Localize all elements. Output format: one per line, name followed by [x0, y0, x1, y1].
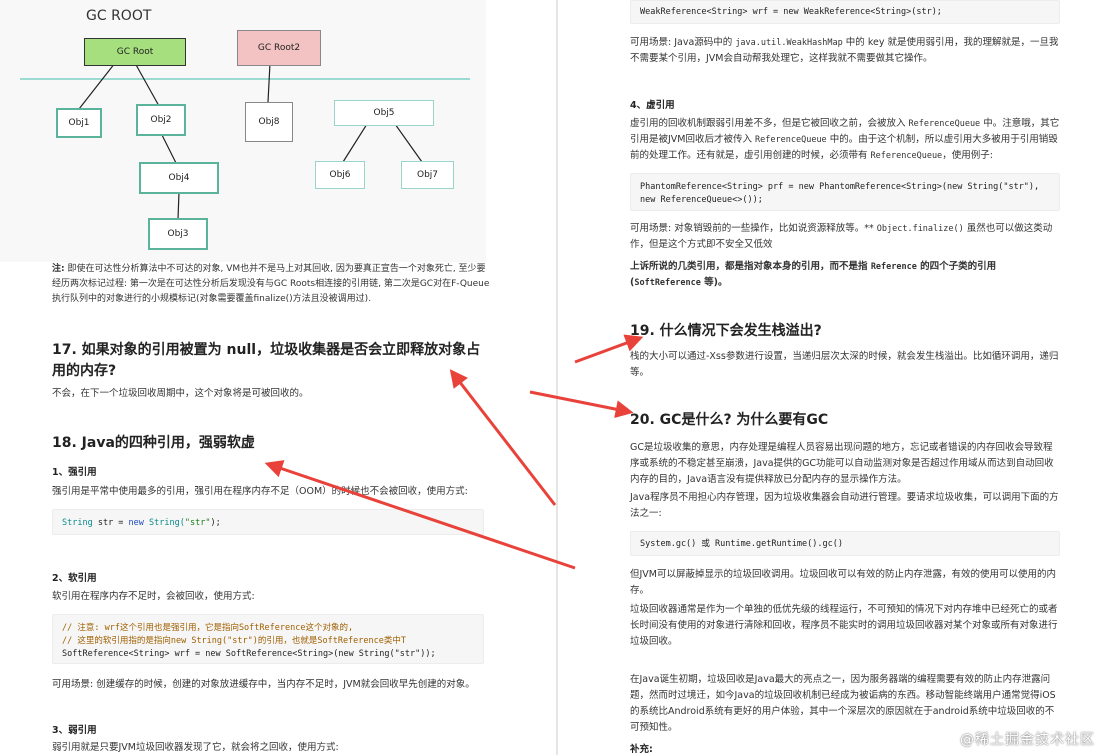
left-page: GC ROOT GC Root GC Root2 Obj1 Obj2 Obj8 … [0, 0, 556, 755]
soft-ref-code: // 注意: wrf这个引用也是强引用，它是指向SoftReference这个对… [52, 614, 484, 664]
strong-ref-code: String str = new String("str"); [52, 509, 484, 535]
weak-ref-code: WeakReference<String> wrf = new WeakRefe… [630, 0, 1060, 24]
q20-paragraph-4: 垃圾回收器通常是作为一个单独的低优先级的线程运行，不可预知的情况下对内存堆中已经… [630, 604, 1058, 647]
q20-paragraph-2: Java程序员不用担心内存管理，因为垃圾收集器会自动进行管理。要请求垃圾收集，可… [630, 492, 1059, 519]
q17-title: 17. 如果对象的引用被置为 null，垃圾收集器是否会立即释放对象占用的内存? [52, 342, 481, 379]
soft-ref-text: 软引用在程序内存不足时，会被回收，使用方式: [52, 591, 255, 602]
obj1-node: Obj1 [56, 108, 102, 138]
weak-ref-text: 弱引用就是只要JVM垃圾回收器发现了它，就会将之回收，使用方式: [52, 742, 339, 753]
note-text: 即使在可达性分析算法中不可达的对象, VM也并不是马上对其回收, 因为要真正宣告… [52, 264, 490, 304]
q18-title: 18. Java的四种引用，强弱软虚 [52, 435, 255, 451]
phantom-ref-usage: 可用场景: 对象销毁前的一些操作，比如说资源释放等。** Object.fina… [630, 223, 1053, 250]
gc-root-node: GC Root [84, 38, 186, 66]
obj5-node: Obj5 [334, 100, 434, 126]
obj7-node: Obj7 [401, 161, 454, 189]
q20-paragraph-1: GC是垃圾收集的意思，内存处理是编程人员容易出现问题的地方，忘记或者错误的内存回… [630, 442, 1054, 485]
supplement-label: 补充: [630, 744, 653, 755]
phantom-ref-heading: 4、虚引用 [630, 100, 675, 111]
soft-ref-heading: 2、软引用 [52, 573, 97, 584]
strong-ref-heading: 1、强引用 [52, 467, 97, 478]
right-page: WeakReference<String> wrf = new WeakRefe… [558, 0, 1103, 755]
strong-ref-text: 强引用是平常中使用最多的引用，强引用在程序内存不足（OOM）的时候也不会被回收，… [52, 486, 468, 497]
q20-paragraph-3: 但JVM可以屏蔽掉显示的垃圾回收调用。垃圾回收可以有效的防止内存泄露，有效的使用… [630, 569, 1056, 596]
reference-summary: 上诉所说的几类引用，都是指对象本身的引用，而不是指 Reference 的四个子… [630, 261, 997, 288]
q19-title: 19. 什么情况下会发生栈溢出? [630, 323, 822, 339]
phantom-ref-code: PhantomReference<String> prf = new Phant… [630, 173, 1060, 211]
watermark: @稀土掘金技术社区 [960, 732, 1095, 748]
obj2-node: Obj2 [136, 104, 186, 136]
phantom-ref-text: 虚引用的回收机制跟弱引用差不多，但是它被回收之前，会被放入 ReferenceQ… [630, 118, 1060, 161]
q19-text: 栈的大小可以通过-Xss参数进行设置，当递归层次太深的时候，就会发生栈溢出。比如… [630, 351, 1059, 378]
q17-answer: 不会，在下一个垃圾回收周期中，这个对象将是可被回收的。 [52, 388, 309, 399]
obj4-node: Obj4 [139, 162, 219, 194]
gc-note: 注: 即使在可达性分析算法中不可达的对象, VM也并不是马上对其回收, 因为要真… [52, 262, 492, 307]
weak-ref-heading: 3、弱引用 [52, 725, 97, 736]
obj8-node: Obj8 [245, 102, 293, 142]
gc-root-diagram: GC ROOT GC Root GC Root2 Obj1 Obj2 Obj8 … [0, 0, 486, 262]
gc-root2-node: GC Root2 [237, 30, 321, 66]
q20-paragraph-5: 在Java诞生初期，垃圾回收是Java最大的亮点之一，因为服务器端的编程需要有效… [630, 674, 1056, 733]
note-label: 注: [52, 264, 65, 274]
obj6-node: Obj6 [315, 161, 365, 189]
q20-title: 20. GC是什么? 为什么要有GC [630, 412, 829, 428]
gc-call-code: System.gc() 或 Runtime.getRuntime().gc() [630, 531, 1060, 556]
weak-ref-usage: 可用场景: Java源码中的 java.util.WeakHashMap 中的 … [630, 37, 1059, 64]
obj3-node: Obj3 [148, 218, 208, 250]
soft-ref-usage: 可用场景: 创建缓存的时候，创建的对象放进缓存中，当内存不足时，JVM就会回收早… [52, 679, 475, 690]
